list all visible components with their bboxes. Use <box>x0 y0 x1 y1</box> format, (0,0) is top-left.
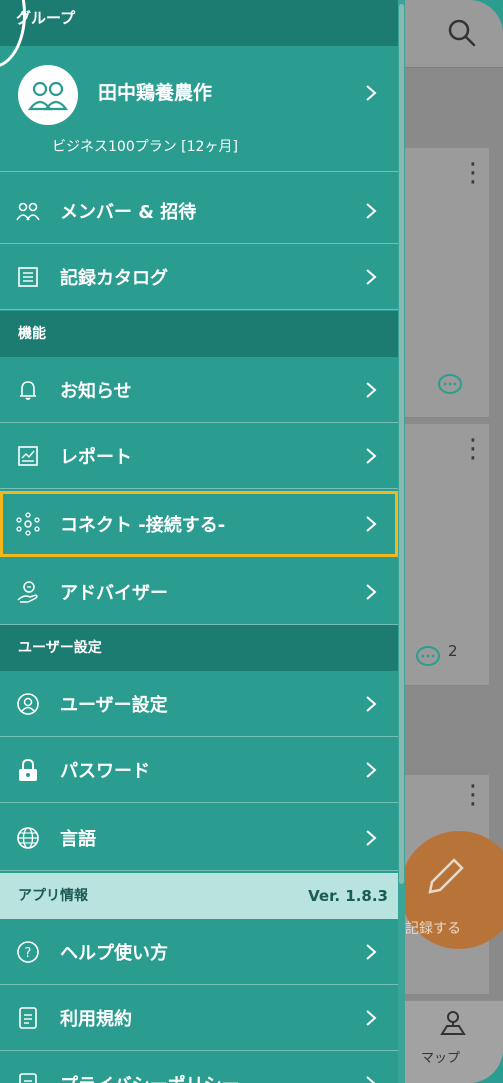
menu-item-label: メンバー & 招待 <box>60 201 197 223</box>
menu-item-label: パスワード <box>60 760 150 782</box>
menu-item-privacy-policy[interactable]: プライバシーポリシー <box>0 1051 398 1083</box>
chevron-right-icon <box>366 695 377 712</box>
menu-item-label: コネクト -接続する- <box>60 514 226 536</box>
menu-item-label: ヘルプ使い方 <box>60 942 168 964</box>
group-name: 田中鶏養農作 <box>98 82 213 104</box>
members-icon <box>16 199 40 223</box>
menu-item-report[interactable]: レポート <box>0 423 398 489</box>
bell-icon <box>16 378 40 402</box>
document-icon <box>16 1072 40 1083</box>
more-icon[interactable]: ⋮ <box>460 160 486 186</box>
connect-icon <box>16 511 40 536</box>
menu-item-label: ユーザー設定 <box>60 694 168 716</box>
comment-icon[interactable] <box>414 644 442 670</box>
document-icon <box>16 1006 40 1030</box>
report-icon <box>16 444 40 468</box>
group-profile-row[interactable]: 田中鶏養農作 ビジネス100プラン [12ヶ月] <box>0 46 398 172</box>
chevron-right-icon <box>366 1075 376 1083</box>
more-icon[interactable]: ⋮ <box>460 436 486 462</box>
chevron-right-icon <box>366 1009 377 1026</box>
pencil-icon <box>428 858 464 894</box>
chevron-right-icon <box>366 85 377 101</box>
group-icon <box>28 81 68 111</box>
menu-item-advisor[interactable]: アドバイザー <box>0 559 398 625</box>
menu-item-help[interactable]: ? ヘルプ使い方 <box>0 919 398 985</box>
chevron-right-icon <box>366 381 377 398</box>
more-icon[interactable]: ⋮ <box>460 782 486 808</box>
group-avatar <box>18 65 78 125</box>
svg-text:?: ? <box>25 946 32 961</box>
chevron-right-icon <box>366 515 377 532</box>
chevron-right-icon <box>366 447 377 464</box>
chevron-right-icon <box>366 943 377 960</box>
app-info-section-header: アプリ情報 Ver. 1.8.3 <box>0 873 398 919</box>
group-section-header: グループ <box>0 0 398 46</box>
scrollbar-thumb[interactable] <box>399 4 404 884</box>
menu-item-label: お知らせ <box>60 380 132 402</box>
help-icon: ? <box>16 940 40 964</box>
version-label: Ver. 1.8.3 <box>308 887 388 905</box>
menu-item-label: 言語 <box>60 828 96 850</box>
menu-item-connect[interactable]: コネクト -接続する- <box>0 491 398 557</box>
globe-icon <box>16 826 40 850</box>
chevron-right-icon <box>366 268 377 285</box>
menu-item-label: プライバシーポリシー <box>60 1071 364 1083</box>
navigation-drawer: グループ 田中鶏養農作 ビジネス100プラン [12ヶ月] メンバー & 招待 … <box>0 0 405 1083</box>
comment-icon[interactable] <box>436 372 464 398</box>
map-icon[interactable] <box>438 1008 468 1038</box>
app-frame: ⋮ ⋮ 2 ⋮ 記録する マップ グループ <box>0 0 503 1083</box>
map-tab-label[interactable]: マップ <box>421 1047 460 1066</box>
comment-count: 2 <box>448 642 458 660</box>
menu-item-record-catalog[interactable]: 記録カタログ <box>0 244 398 310</box>
menu-item-language[interactable]: 言語 <box>0 805 398 871</box>
menu-item-label: レポート <box>60 446 132 468</box>
chevron-right-icon <box>366 761 377 778</box>
menu-item-terms[interactable]: 利用規約 <box>0 985 398 1051</box>
record-fab-label: 記録する <box>405 921 461 937</box>
user-settings-section-header: ユーザー設定 <box>0 625 398 671</box>
lock-icon <box>16 758 40 782</box>
user-icon <box>16 692 40 716</box>
menu-item-password[interactable]: パスワード <box>0 737 398 803</box>
features-section-header: 機能 <box>0 311 398 357</box>
app-info-section-title: アプリ情報 <box>18 888 88 904</box>
advisor-icon <box>16 580 40 604</box>
menu-item-label: 記録カタログ <box>60 267 168 289</box>
search-icon[interactable] <box>447 18 477 48</box>
chevron-right-icon <box>366 583 377 600</box>
menu-item-user-settings[interactable]: ユーザー設定 <box>0 671 398 737</box>
list-icon <box>16 265 40 289</box>
chevron-right-icon <box>366 202 377 219</box>
menu-item-notifications[interactable]: お知らせ <box>0 357 398 423</box>
menu-item-label: 利用規約 <box>60 1008 132 1030</box>
menu-item-members[interactable]: メンバー & 招待 <box>0 178 398 244</box>
plan-label: ビジネス100プラン [12ヶ月] <box>52 139 238 155</box>
chevron-right-icon <box>366 829 377 846</box>
menu-item-label: アドバイザー <box>60 582 168 604</box>
